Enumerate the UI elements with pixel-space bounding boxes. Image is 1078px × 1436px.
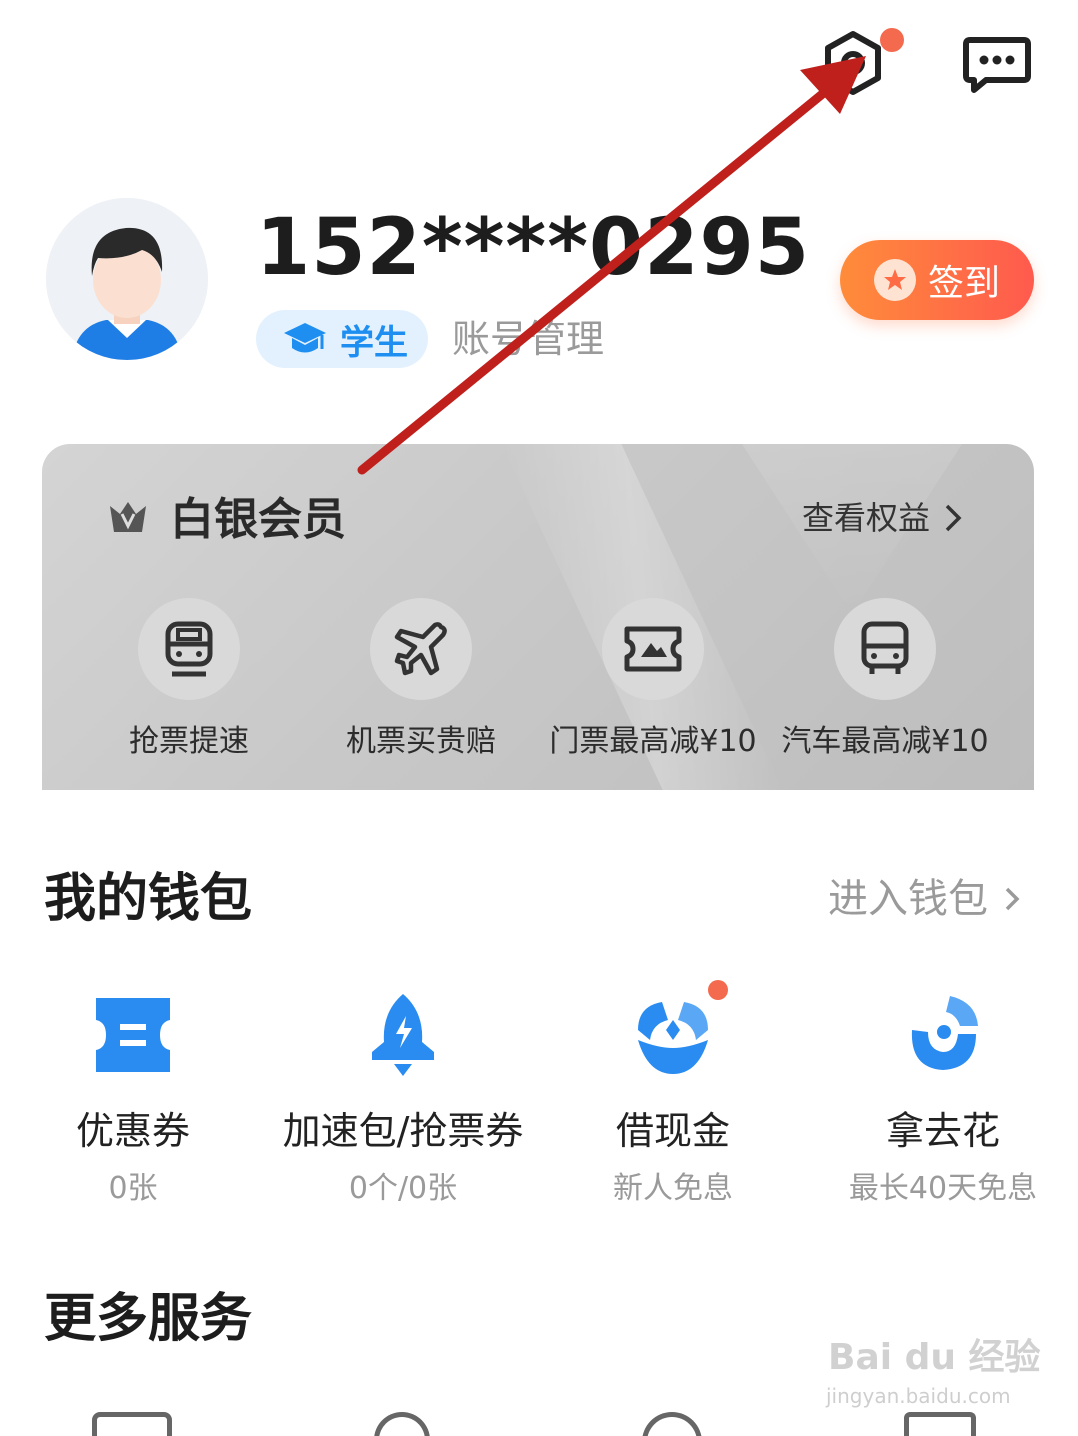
view-benefits-link[interactable]: 查看权益 — [802, 494, 962, 542]
view-benefits-label: 查看权益 — [802, 499, 931, 537]
wallet-title: 我的钱包 — [44, 869, 253, 929]
wallet-item-sub: 新人免息 — [613, 1171, 733, 1206]
installment-icon — [898, 990, 988, 1080]
coupon-icon — [88, 990, 178, 1080]
settings-icon — [825, 31, 881, 95]
perk-train[interactable]: 抢票提速 — [74, 598, 304, 760]
perk-ticket[interactable]: 门票最高减¥10 — [538, 598, 768, 760]
member-level-title: 白银会员 — [170, 494, 346, 545]
notification-dot — [708, 980, 728, 1000]
wallet-coupon[interactable]: 优惠券 0张 — [0, 990, 268, 1207]
perk-label: 机票买贵赔 — [346, 724, 496, 759]
service-icon[interactable] — [374, 1412, 430, 1436]
wallet-item-sub: 最长40天免息 — [848, 1171, 1038, 1206]
watermark-url: jingyan.baidu.com — [826, 1384, 1011, 1408]
wallet-item-name: 加速包/抢票券 — [282, 1109, 524, 1153]
wallet-item-name: 优惠券 — [75, 1109, 190, 1153]
crown-icon — [108, 500, 148, 536]
wallet-item-sub: 0个/0张 — [348, 1171, 458, 1206]
notification-dot — [880, 28, 904, 52]
enter-wallet-label: 进入钱包 — [828, 876, 988, 922]
perk-plane[interactable]: 机票买贵赔 — [306, 598, 536, 760]
train-icon — [138, 598, 240, 700]
signin-label: 签到 — [928, 263, 1001, 304]
phone-number: 152****0295 — [256, 203, 811, 293]
watermark: Bai du 经验 — [828, 1337, 1041, 1378]
student-badge[interactable]: 学生 — [256, 310, 428, 368]
graduation-cap-icon — [284, 323, 326, 353]
wallet-item-name: 拿去花 — [885, 1109, 1000, 1153]
message-button[interactable] — [962, 34, 1032, 94]
avatar[interactable] — [46, 198, 208, 360]
wallet-speedup[interactable]: 加速包/抢票券 0个/0张 — [268, 990, 538, 1207]
bus-icon — [834, 598, 936, 700]
settings-button[interactable] — [818, 28, 888, 98]
wallet-item-sub: 0张 — [108, 1171, 158, 1206]
perk-label: 抢票提速 — [129, 724, 249, 759]
account-manage-link[interactable]: 账号管理 — [452, 310, 604, 368]
service-icon[interactable] — [904, 1412, 976, 1436]
enter-wallet-link[interactable]: 进入钱包 — [828, 872, 1020, 926]
wallet-cash[interactable]: 借现金 新人免息 — [538, 980, 808, 1207]
message-dots-icon — [963, 37, 1031, 93]
more-services-title: 更多服务 — [44, 1289, 253, 1349]
chevron-right-icon — [945, 504, 962, 532]
ticket-icon — [602, 598, 704, 700]
service-icon[interactable] — [92, 1412, 172, 1436]
wallet-installment[interactable]: 拿去花 最长40天免息 — [808, 990, 1078, 1207]
perk-label: 汽车最高减¥10 — [781, 724, 989, 759]
wallet-item-name: 借现金 — [615, 1109, 730, 1153]
signin-button[interactable]: 签到 — [840, 240, 1034, 320]
student-label: 学生 — [340, 322, 408, 363]
perk-bus[interactable]: 汽车最高减¥10 — [770, 598, 1000, 760]
user-avatar-icon — [46, 198, 208, 360]
perk-label: 门票最高减¥10 — [549, 724, 757, 759]
cash-loan-icon — [628, 980, 728, 1080]
rocket-icon — [358, 990, 448, 1080]
star-icon — [874, 259, 916, 301]
chevron-right-icon — [1005, 887, 1020, 911]
service-icon[interactable] — [642, 1412, 702, 1436]
plane-icon — [370, 598, 472, 700]
